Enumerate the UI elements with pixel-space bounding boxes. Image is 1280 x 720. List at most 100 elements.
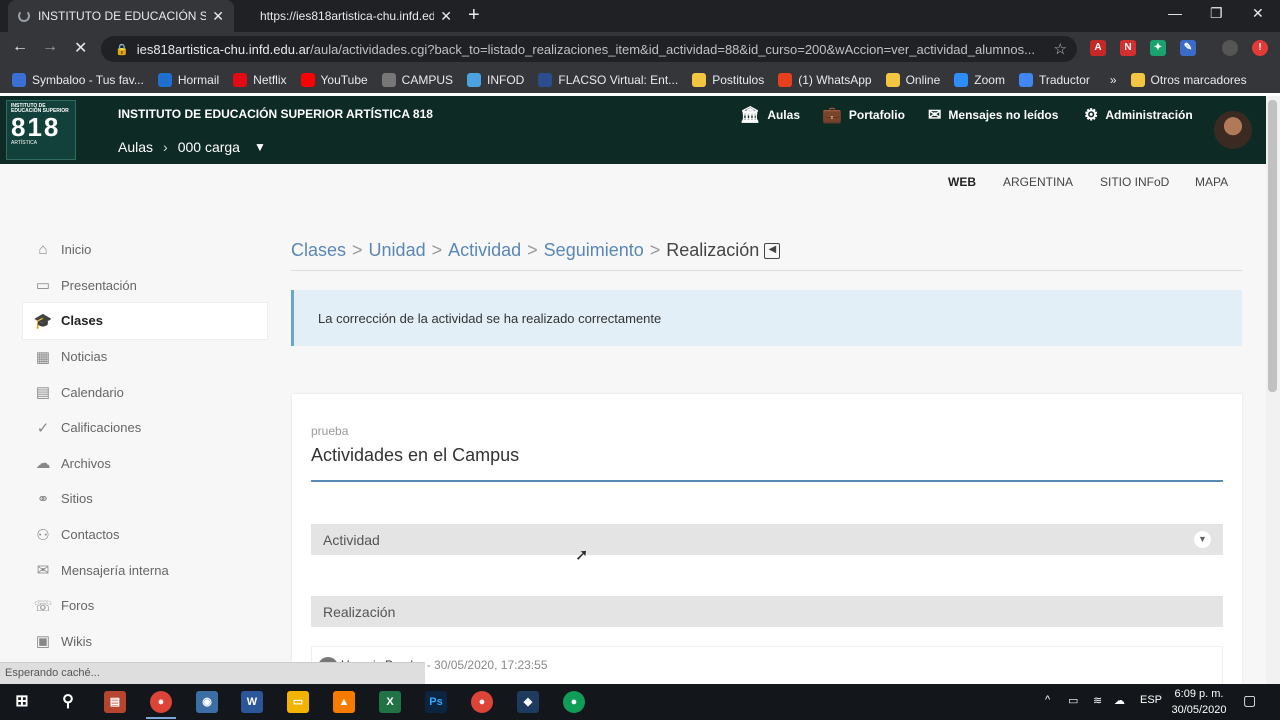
back-icon[interactable]: ← [12, 38, 28, 56]
update-menu-icon[interactable]: ! [1252, 40, 1268, 56]
nav-portafolio[interactable]: 💼 Portafolio [822, 105, 905, 125]
breadcrumb-seguimiento[interactable]: Seguimiento [544, 240, 644, 261]
bookmark-label: Hormail [177, 72, 220, 87]
pen-extension-icon[interactable]: ✎ [1180, 40, 1196, 56]
sidebar-item-foros[interactable]: ☏ Foros [23, 588, 267, 624]
sidebar-item-sitios[interactable]: ⚭ Sitios [23, 481, 267, 517]
camera-app-icon[interactable]: ◉ [196, 691, 218, 713]
sidebar-item-noticias[interactable]: ▦ Noticias [23, 339, 267, 375]
windows-start-icon[interactable]: ⊞ [11, 691, 33, 713]
sidebar-item-label: Calificaciones [61, 420, 142, 436]
restore-icon[interactable]: ❐ [1210, 5, 1223, 22]
adblock-extension-icon[interactable]: A [1090, 40, 1106, 56]
chrome-app-icon-3[interactable]: ● [563, 691, 585, 713]
bookmarks-bar: Symbaloo - Tus fav... Hormail Netflix YouTu… [0, 66, 1280, 93]
bookmark-item[interactable]: Postitulos [692, 72, 764, 87]
bookmark-item[interactable]: INFOD [467, 72, 524, 87]
nav-administracion[interactable]: ⚙ Administración [1084, 105, 1193, 125]
crumb-course[interactable]: 000 carga [178, 139, 240, 155]
bookmark-item[interactable]: CAMPUS [381, 72, 454, 87]
sidebar-item-calendario[interactable]: ▤ Calendario [23, 374, 267, 410]
vlc-app-icon[interactable]: ▲ [333, 691, 355, 713]
institute-logo[interactable]: INSTITUTO DE EDUCACIÓN SUPERIOR 818 ARTÍ… [6, 100, 76, 160]
word-app-icon[interactable]: W [241, 691, 263, 713]
sidebar-item-contactos[interactable]: ⚇ Contactos [23, 517, 267, 553]
bookmark-item[interactable]: Traductor [1018, 72, 1090, 87]
bookmark-label: CAMPUS [401, 72, 454, 87]
sidebar-item-wikis[interactable]: ▣ Wikis [23, 624, 267, 660]
expand-triangle-icon[interactable]: ▼ [1194, 531, 1211, 548]
search-icon[interactable]: ⚲ [57, 691, 79, 713]
sidebar-item-presentación[interactable]: ▭ Presentación [23, 268, 267, 304]
tab-active[interactable]: INSTITUTO DE EDUCACIÓN SUPERIOR ARTÍSTIC… [8, 0, 234, 32]
scrollbar-thumb[interactable] [1268, 100, 1277, 392]
breadcrumb-actividad[interactable]: Actividad [448, 240, 521, 261]
other-bookmarks-folder[interactable]: Otros marcadores [1130, 72, 1247, 87]
omnibox[interactable]: 🔒 ies818artistica-chu.infd.edu.ar/aula/a… [101, 36, 1077, 62]
nav-mensajes[interactable]: ✉ Mensajes no leídos [928, 105, 1058, 125]
extension-icon[interactable]: ✦ [1150, 40, 1166, 56]
excel-app-icon[interactable]: X [379, 691, 401, 713]
minimize-icon[interactable]: — [1168, 5, 1182, 21]
language-indicator[interactable]: ESP [1140, 694, 1162, 706]
site-title[interactable]: INSTITUTO DE EDUCACIÓN SUPERIOR ARTÍSTIC… [118, 107, 433, 121]
battery-icon[interactable]: ▭ [1068, 694, 1078, 707]
bookmark-item[interactable]: (1) WhatsApp [778, 72, 872, 87]
chrome-app-icon[interactable]: ● [150, 691, 172, 713]
bookmark-item[interactable]: Online [885, 72, 940, 87]
bookmark-star-icon[interactable]: ☆ [1054, 40, 1067, 58]
url-domain: ies818artistica-chu.infd.edu.ar [136, 41, 311, 57]
sidebar-item-calificaciones[interactable]: ✓ Calificaciones [23, 410, 267, 446]
file-explorer-icon[interactable]: ▭ [287, 691, 309, 713]
toplink-mapa[interactable]: MAPA [1195, 175, 1228, 189]
close-window-icon[interactable]: ✕ [1252, 5, 1264, 22]
sidebar-item-inicio[interactable]: ⌂ Inicio [23, 232, 267, 268]
page-scrollbar[interactable] [1266, 96, 1280, 684]
breadcrumb-clases[interactable]: Clases [291, 240, 346, 261]
photoshop-app-icon[interactable]: Ps [425, 691, 447, 713]
paint-app-icon[interactable]: ▤ [104, 691, 126, 713]
editor-app-icon[interactable]: ◆ [517, 691, 539, 713]
user-avatar[interactable] [1214, 111, 1252, 149]
bookmark-item[interactable]: YouTube [300, 72, 368, 87]
clock-date: 30/05/2020 [1171, 704, 1227, 716]
wifi-icon[interactable]: ≋ [1093, 694, 1102, 707]
breadcrumb-unidad[interactable]: Unidad [369, 240, 426, 261]
zoom-icon [954, 72, 969, 87]
profile-avatar-icon[interactable] [1222, 40, 1238, 56]
url-text[interactable]: ies818artistica-chu.infd.edu.ar/aula/act… [137, 42, 1044, 57]
close-tab-icon[interactable]: ✕ [440, 8, 452, 25]
close-tab-icon[interactable]: ✕ [212, 8, 224, 25]
clock[interactable]: 6:09 p. m. 30/05/2020 [1164, 686, 1234, 718]
toplink-sitio-infod[interactable]: SITIO INFoD [1100, 175, 1169, 189]
chrome-app-icon-2[interactable]: ● [471, 691, 493, 713]
new-tab-icon[interactable]: + [468, 5, 480, 25]
activity-section-toggle[interactable]: Actividad ▼ [311, 524, 1223, 555]
notion-extension-icon[interactable]: N [1120, 40, 1136, 56]
bookmark-item[interactable]: Netflix [233, 72, 287, 87]
tab-inactive[interactable]: https://ies818artistica-chu.infd.edu.ar … [242, 0, 462, 32]
logo-number: 818 [11, 112, 61, 142]
sidebar-item-archivos[interactable]: ☁ Archivos [23, 446, 267, 482]
more-bookmarks-icon[interactable]: » [1110, 73, 1117, 87]
toplink-argentina[interactable]: ARGENTINA [1003, 175, 1073, 189]
bookmark-item[interactable]: Zoom [954, 72, 1005, 87]
tray-chevron-icon[interactable]: ^ [1045, 694, 1050, 706]
lock-icon[interactable]: 🔒 [115, 43, 129, 56]
site-header: INSTITUTO DE EDUCACIÓN SUPERIOR 818 ARTÍ… [0, 96, 1266, 164]
sidebar-item-mensajería[interactable]: ✉ Mensajería interna [23, 552, 267, 588]
toplink-web[interactable]: WEB [948, 175, 976, 189]
cloud-icon[interactable]: ☁ [1114, 694, 1125, 707]
nav-aulas[interactable]: 🏛 Aulas [740, 105, 800, 125]
crumb-aulas[interactable]: Aulas [118, 139, 153, 155]
caret-down-icon[interactable]: ▼ [254, 140, 266, 154]
bookmark-item[interactable]: FLACSO Virtual: Ent... [538, 72, 678, 87]
stop-loading-icon[interactable]: ✕ [74, 38, 87, 58]
bookmark-item[interactable]: Symbaloo - Tus fav... [12, 72, 144, 87]
notification-icon[interactable]: ▢ [1243, 692, 1256, 709]
forward-icon[interactable]: → [42, 38, 58, 56]
bookmark-item[interactable]: Hormail [157, 72, 220, 87]
activity-card: prueba Actividades en el Campus Activida… [292, 394, 1242, 684]
sidebar-item-clases[interactable]: 🎓 Clases [23, 303, 267, 339]
back-arrow-icon[interactable]: ◀ [764, 242, 781, 259]
